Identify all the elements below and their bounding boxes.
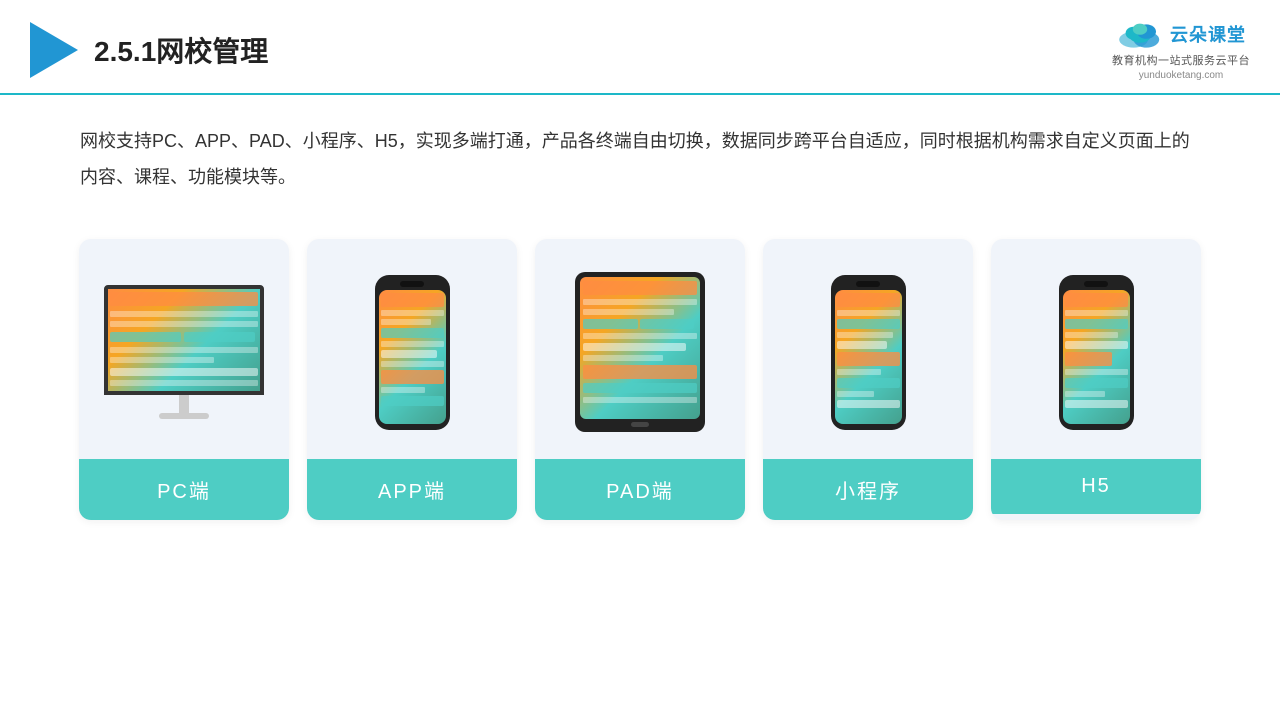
brand-tagline: 教育机构一站式服务云平台 (1112, 52, 1250, 68)
phone-mockup-miniapp (831, 275, 906, 430)
phone-mockup-app (375, 275, 450, 430)
card-pad: PAD端 (535, 239, 745, 520)
card-h5-image (991, 239, 1201, 459)
brand-url: yunduoketang.com (1139, 70, 1224, 81)
monitor-screen (104, 285, 264, 395)
card-pc-image (79, 239, 289, 459)
brand-logo: 云朵课堂 教育机构一站式服务云平台 yunduoketang.com (1112, 18, 1250, 81)
page-title: 2.5.1网校管理 (94, 30, 268, 70)
card-miniapp-image (763, 239, 973, 459)
tablet-screen (580, 277, 700, 419)
monitor-stand (179, 395, 189, 413)
phone-notch (400, 281, 424, 287)
cloud-logo: 云朵课堂 (1116, 18, 1246, 50)
card-pc: PC端 (79, 239, 289, 520)
tablet-home-button (631, 422, 649, 427)
cloud-icon (1116, 18, 1164, 50)
platform-cards: PC端 APP端 (0, 215, 1280, 540)
phone-notch-miniapp (856, 281, 880, 287)
monitor-base (159, 413, 209, 419)
card-app-label: APP端 (307, 459, 517, 520)
card-app: APP端 (307, 239, 517, 520)
phone-screen-h5 (1063, 290, 1130, 424)
phone-screen-miniapp (835, 290, 902, 424)
card-pad-label: PAD端 (535, 459, 745, 520)
card-miniapp-label: 小程序 (763, 459, 973, 520)
pc-monitor-icon (104, 285, 264, 419)
card-app-image (307, 239, 517, 459)
header-left: 2.5.1网校管理 (30, 22, 268, 78)
phone-screen-app (379, 290, 446, 424)
phone-notch-h5 (1084, 281, 1108, 287)
tablet-mockup (575, 272, 705, 432)
phone-mockup-h5 (1059, 275, 1134, 430)
description-text: 网校支持PC、APP、PAD、小程序、H5，实现多端打通，产品各终端自由切换，数… (0, 95, 1280, 205)
card-pad-image (535, 239, 745, 459)
card-h5-label: H5 (991, 459, 1201, 514)
card-pc-label: PC端 (79, 459, 289, 520)
monitor-screen-content (108, 289, 260, 391)
header: 2.5.1网校管理 云朵课堂 教育机构一站式服务云平台 yunduoketang… (0, 0, 1280, 95)
card-miniapp: 小程序 (763, 239, 973, 520)
brand-name: 云朵课堂 (1170, 21, 1246, 47)
logo-triangle-icon (30, 22, 78, 78)
card-h5: H5 (991, 239, 1201, 520)
